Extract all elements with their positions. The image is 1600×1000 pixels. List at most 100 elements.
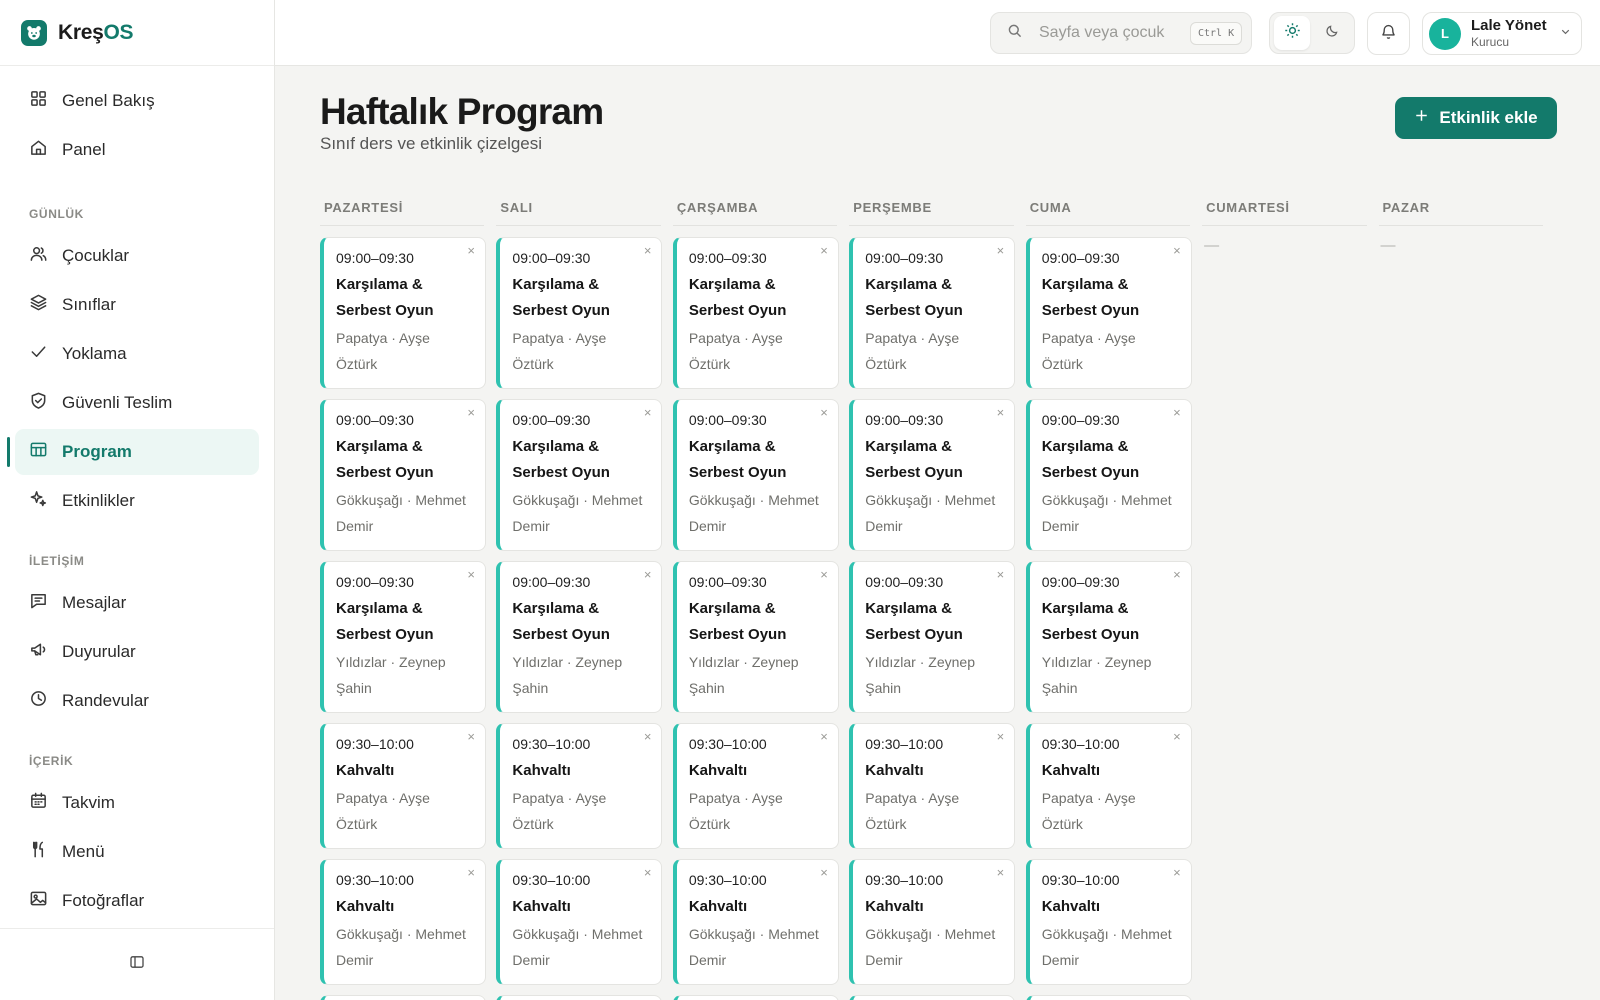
event-card[interactable]: × 09:00–09:30 Karşılama & Serbest Oyun Yıld…: [1025, 561, 1192, 713]
event-title: Karşılama & Serbest Oyun: [336, 600, 434, 643]
sidebar-item-program[interactable]: Program: [7, 429, 259, 475]
brand-name: KreşOS: [58, 20, 134, 44]
close-icon[interactable]: ×: [997, 244, 1005, 258]
close-icon[interactable]: ×: [997, 730, 1005, 744]
close-icon[interactable]: ×: [467, 730, 475, 744]
close-icon[interactable]: ×: [644, 730, 652, 744]
event-card[interactable]: × 09:00–09:30 Karşılama & Serbest Oyun Yıld…: [496, 561, 663, 713]
event-meta: Papatya · Ayşe Öztürk: [512, 330, 607, 372]
close-icon[interactable]: ×: [644, 568, 652, 582]
event-card[interactable]: × 09:30–10:00 Kahvaltı Papatya · Ayşe Öztür…: [496, 723, 663, 849]
event-card[interactable]: × 09:00–09:30 Karşılama & Serbest Oyun Yıld…: [849, 561, 1016, 713]
event-card[interactable]: × 09:00–09:30 Karşılama & Serbest Oyun Papa…: [672, 237, 839, 389]
close-icon[interactable]: ×: [820, 406, 828, 420]
close-icon[interactable]: ×: [1173, 730, 1181, 744]
event-card[interactable]: × 09:00–09:30 Karşılama & Serbest Oyun Gökk…: [496, 399, 663, 551]
event-card[interactable]: × 09:00–09:30 Karşılama & Serbest Oyun Papa…: [320, 237, 486, 389]
close-icon[interactable]: ×: [1173, 244, 1181, 258]
close-icon[interactable]: ×: [1173, 866, 1181, 880]
sidebar-item-label: Güvenli Teslim: [62, 393, 173, 412]
sidebar-item-fotograflar[interactable]: Fotoğraflar: [15, 878, 259, 924]
sidebar-item-panel[interactable]: Panel: [15, 127, 259, 173]
event-meta: Yıldızlar · Zeynep Şahin: [336, 654, 446, 696]
sidebar-item-duyurular[interactable]: Duyurular: [15, 629, 259, 675]
event-card[interactable]: × 09:00–09:30 Karşılama & Serbest Oyun Papa…: [849, 237, 1016, 389]
brand[interactable]: KreşOS: [0, 0, 274, 66]
event-card[interactable]: × 09:00–09:30 Karşılama & Serbest Oyun Yıld…: [672, 561, 839, 713]
event-meta: Gökkuşağı · Mehmet Demir: [865, 492, 996, 534]
close-icon[interactable]: ×: [467, 866, 475, 880]
event-card[interactable]: × 09:30–10:00 Kahvaltı Papatya · Ayşe Öztür…: [320, 723, 486, 849]
event-time: 09:00–09:30: [865, 574, 944, 590]
event-card[interactable]: × 09:00–09:30 Karşılama & Serbest Oyun Gökk…: [849, 399, 1016, 551]
close-icon[interactable]: ×: [1173, 568, 1181, 582]
close-icon[interactable]: ×: [997, 406, 1005, 420]
close-icon[interactable]: ×: [997, 866, 1005, 880]
close-icon[interactable]: ×: [1173, 406, 1181, 420]
message-icon: [29, 591, 48, 615]
event-card[interactable]: ×09:30–10:00: [320, 995, 486, 1000]
event-card[interactable]: × 09:00–09:30 Karşılama & Serbest Oyun Papa…: [1025, 237, 1192, 389]
sidebar-item-siniflar[interactable]: Sınıflar: [15, 282, 259, 328]
event-card[interactable]: × 09:00–09:30 Karşılama & Serbest Oyun Yıld…: [320, 561, 486, 713]
search-input[interactable]: [1039, 24, 1184, 42]
bell-icon: [1380, 23, 1397, 45]
event-title: Karşılama & Serbest Oyun: [512, 276, 610, 319]
close-icon[interactable]: ×: [467, 244, 475, 258]
event-card[interactable]: × 09:30–10:00 Kahvaltı Gökkuşağı · Mehmet D…: [1025, 859, 1192, 985]
event-card[interactable]: ×09:30–10:00: [496, 995, 663, 1000]
event-card[interactable]: ×09:30–10:00: [1025, 995, 1192, 1000]
sidebar-footer: [0, 928, 274, 1000]
close-icon[interactable]: ×: [644, 866, 652, 880]
close-icon[interactable]: ×: [644, 406, 652, 420]
add-event-button[interactable]: Etkinlik ekle: [1395, 97, 1557, 139]
close-icon[interactable]: ×: [644, 244, 652, 258]
sidebar-item-cocuklar[interactable]: Çocuklar: [15, 233, 259, 279]
event-card[interactable]: × 09:00–09:30 Karşılama & Serbest Oyun Papa…: [496, 237, 663, 389]
light-theme-button[interactable]: [1274, 16, 1310, 50]
sidebar-item-mesajlar[interactable]: Mesajlar: [15, 580, 259, 626]
day-column-cuma: CUMA × 09:00–09:30 Karşılama & Serbest Oyun…: [1025, 190, 1202, 1000]
event-card[interactable]: × 09:30–10:00 Kahvaltı Gökkuşağı · Mehmet D…: [672, 859, 839, 985]
event-title: Kahvaltı: [1041, 898, 1101, 915]
sidebar-item-yoklama[interactable]: Yoklama: [15, 331, 259, 377]
event-meta: Yıldızlar · Zeynep Şahin: [512, 654, 623, 696]
sidebar-item-label: Sınıflar: [62, 295, 116, 314]
close-icon[interactable]: ×: [820, 244, 828, 258]
day-column-persembe: PERŞEMBE × 09:00–09:30 Karşılama & Serbest …: [849, 190, 1025, 1000]
sidebar-item-randevular[interactable]: Randevular: [15, 678, 259, 724]
event-meta: Gökkuşağı · Mehmet Demir: [336, 926, 466, 968]
event-card[interactable]: × 09:30–10:00 Kahvaltı Papatya · Ayşe Öztür…: [849, 723, 1016, 849]
close-icon[interactable]: ×: [820, 568, 828, 582]
close-icon[interactable]: ×: [820, 866, 828, 880]
sidebar-item-takvim[interactable]: Takvim: [15, 780, 259, 826]
event-time: 09:00–09:30: [512, 412, 591, 428]
dark-theme-button[interactable]: [1314, 16, 1350, 50]
close-icon[interactable]: ×: [467, 568, 475, 582]
sidebar-item-menu[interactable]: Menü: [15, 829, 259, 875]
event-title: Kahvaltı: [865, 898, 924, 915]
close-icon[interactable]: ×: [467, 406, 475, 420]
event-card[interactable]: ×09:30–10:00: [672, 995, 839, 1000]
event-card[interactable]: × 09:30–10:00 Kahvaltı Gökkuşağı · Mehmet D…: [849, 859, 1016, 985]
event-card[interactable]: × 09:00–09:30 Karşılama & Serbest Oyun Gökk…: [672, 399, 839, 551]
event-card[interactable]: × 09:30–10:00 Kahvaltı Papatya · Ayşe Öztür…: [1025, 723, 1192, 849]
event-card[interactable]: ×09:30–10:00: [849, 995, 1016, 1000]
event-card[interactable]: × 09:30–10:00 Kahvaltı Gökkuşağı · Mehmet D…: [496, 859, 663, 985]
sidebar-item-genel-bakis[interactable]: Genel Bakış: [15, 78, 259, 124]
close-icon[interactable]: ×: [997, 568, 1005, 582]
event-time: 09:00–09:30: [1041, 574, 1120, 590]
search-box[interactable]: Ctrl K: [990, 12, 1252, 54]
sidebar-item-guvenli-teslim[interactable]: Güvenli Teslim: [15, 380, 259, 426]
sidebar-item-label: Mesajlar: [62, 593, 127, 612]
sidebar-item-etkinlikler[interactable]: Etkinlikler: [15, 478, 259, 524]
close-icon[interactable]: ×: [820, 730, 828, 744]
notifications-button[interactable]: [1367, 12, 1410, 55]
user-menu[interactable]: L Lale Yönet Kurucu: [1422, 12, 1582, 55]
event-card[interactable]: × 09:00–09:30 Karşılama & Serbest Oyun Gökk…: [320, 399, 486, 551]
event-card[interactable]: × 09:30–10:00 Kahvaltı Gökkuşağı · Mehmet D…: [320, 859, 486, 985]
event-card[interactable]: × 09:00–09:30 Karşılama & Serbest Oyun Gökk…: [1025, 399, 1192, 551]
event-card[interactable]: × 09:30–10:00 Kahvaltı Papatya · Ayşe Öztür…: [672, 723, 839, 849]
search-icon: [1007, 23, 1023, 44]
sidebar-toggle-icon[interactable]: [129, 954, 145, 975]
